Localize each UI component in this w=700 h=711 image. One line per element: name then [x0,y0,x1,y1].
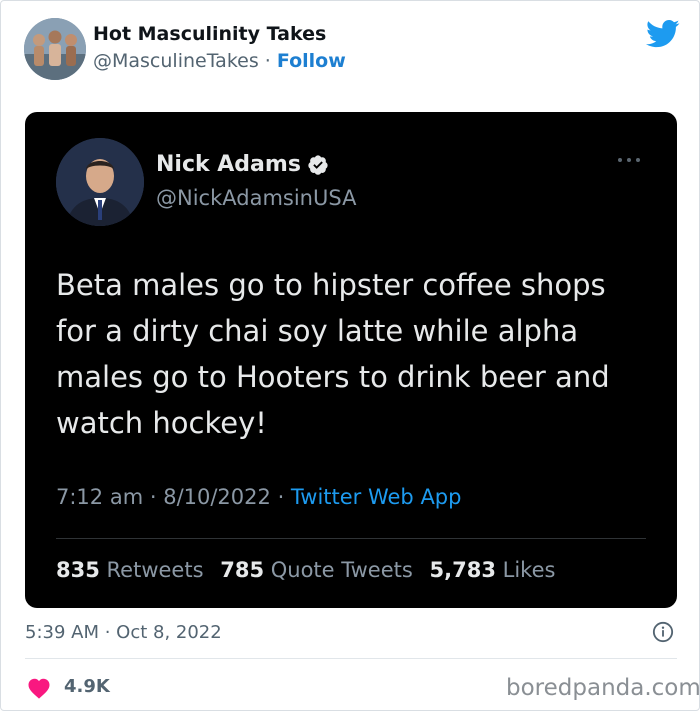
outer-timestamp[interactable]: 5:39 AM · Oct 8, 2022 [25,622,222,643]
tweet-date: 8/10/2022 [163,485,271,509]
tweet-stats: 835 Retweets 785 Quote Tweets 5,783 Like… [56,558,555,582]
quote-tweets-label: Quote Tweets [270,558,413,582]
inner-avatar [56,138,144,226]
handle-separator: · [258,50,277,72]
retweets-label: Retweets [106,558,204,582]
quote-tweets-count: 785 [220,558,265,582]
inner-account-name: Nick Adams [156,152,301,177]
info-icon[interactable] [652,621,674,643]
retweets-count: 835 [56,558,100,582]
portrait-avatar-image [56,138,144,226]
outer-handle-row: @MasculineTakes · Follow [93,50,346,72]
twitter-bird-icon[interactable] [646,19,680,49]
more-options-icon [618,158,640,162]
meta-dot: · [270,485,291,509]
likes-label: Likes [502,558,556,582]
tweet-time: 7:12 am [56,485,144,509]
group-photo-avatar-image [24,18,86,80]
inner-handle: @NickAdamsinUSA [156,186,357,210]
embedded-tweet-screenshot[interactable]: Nick Adams @NickAdamsinUSA Beta males go… [25,112,677,608]
tweet-card: Hot Masculinity Takes @MasculineTakes · … [0,0,700,711]
verified-badge-icon [308,154,328,175]
likes-count: 5,783 [429,558,496,582]
tweet-meta: 7:12 am · 8/10/2022 · Twitter Web App [56,485,461,509]
outer-avatar[interactable] [24,18,86,80]
tweet-text: Beta males go to hipster coffee shops fo… [56,268,610,440]
outer-handle[interactable]: @MasculineTakes [93,50,259,72]
watermark: boredpanda.com [506,675,700,701]
heart-icon[interactable] [27,677,51,699]
tweet-source-app: Twitter Web App [290,485,462,509]
like-count[interactable]: 4.9K [64,676,110,697]
divider [56,538,646,539]
follow-button[interactable]: Follow [277,50,346,72]
outer-account-name[interactable]: Hot Masculinity Takes [93,23,326,45]
meta-dot: · [143,485,164,509]
divider [25,658,677,659]
inner-name-row: Nick Adams [156,152,329,177]
